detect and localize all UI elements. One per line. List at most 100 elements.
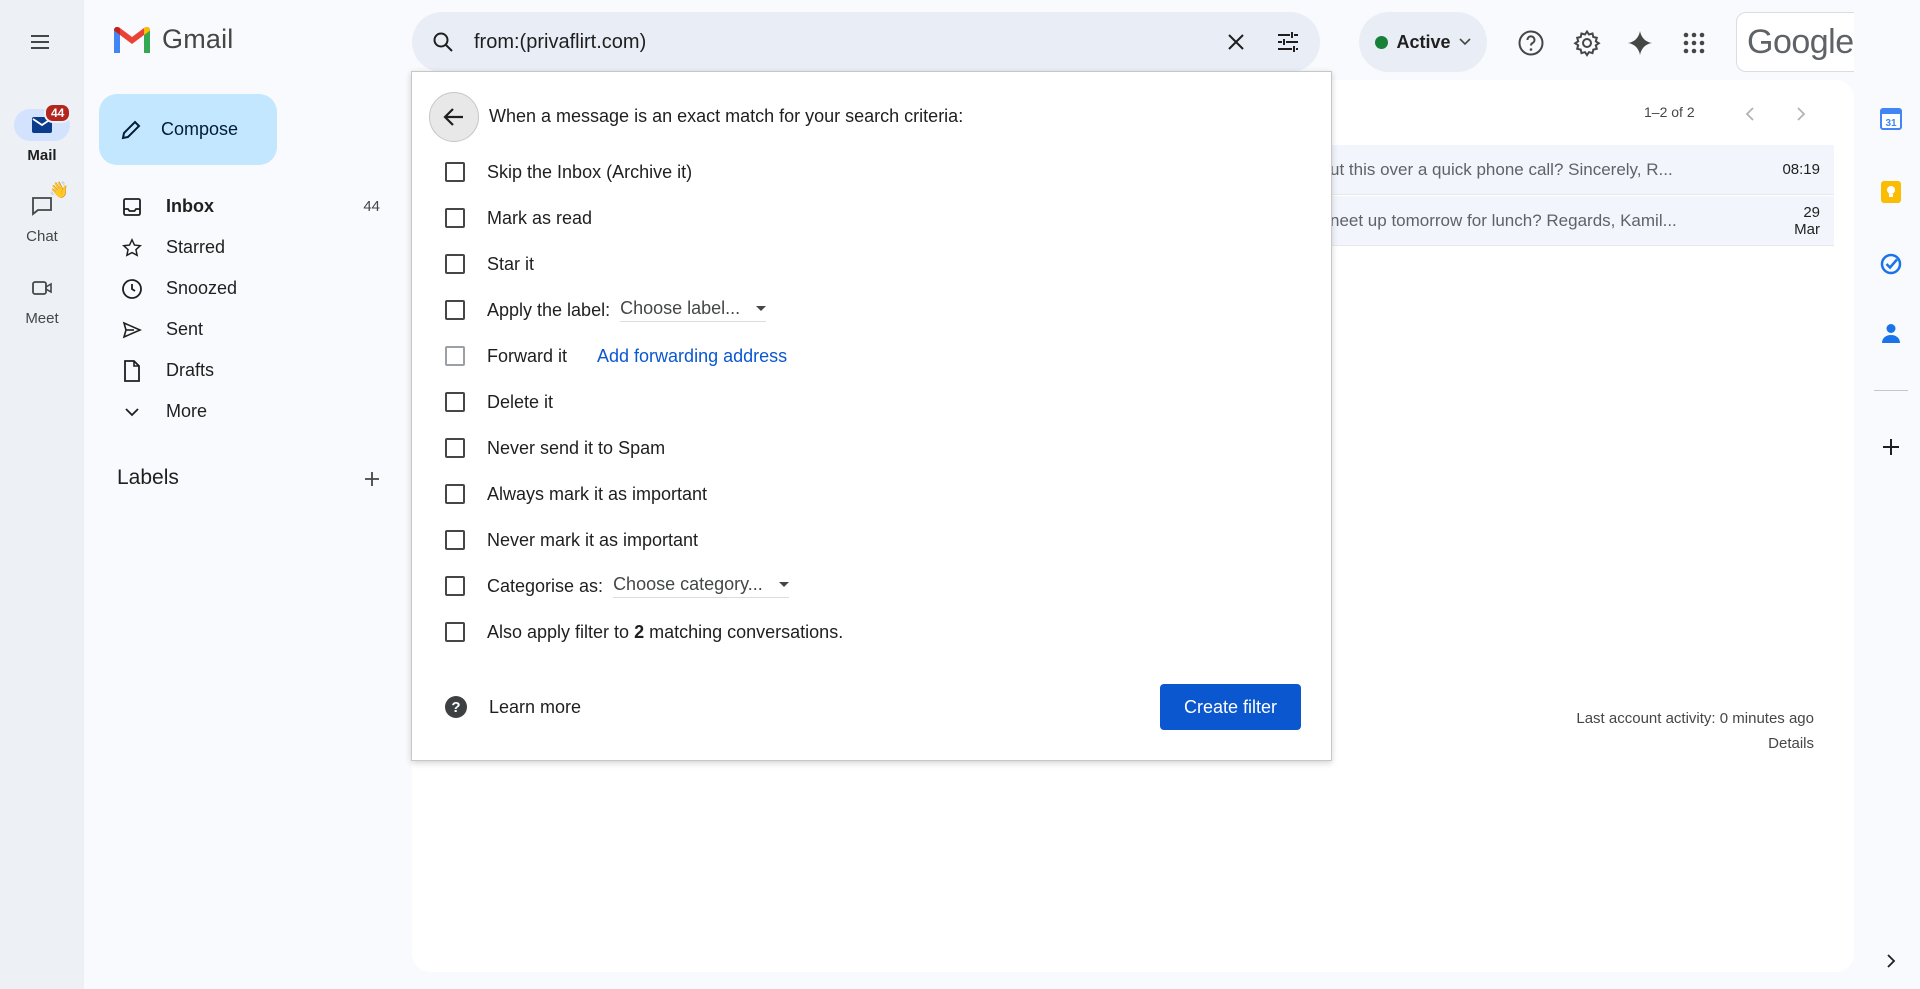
close-icon <box>1228 34 1244 50</box>
sidebar-item-label: More <box>166 401 208 421</box>
option-apply-to-matching[interactable]: Also apply filter to 2 matching conversa… <box>445 612 843 652</box>
option-label: Categorise as: <box>487 575 604 596</box>
sidebar-item-more[interactable]: More <box>84 391 404 432</box>
checkbox[interactable] <box>445 530 465 550</box>
option-skip-inbox[interactable]: Skip the Inbox (Archive it) <box>445 152 692 192</box>
chevron-down-icon <box>1458 38 1471 46</box>
checkbox[interactable] <box>445 622 465 642</box>
rail-item-mail[interactable]: 44 Mail <box>0 103 84 164</box>
main-menu-button[interactable] <box>20 22 60 62</box>
activity-details-link[interactable]: Details <box>1540 731 1814 756</box>
sidebar-item-snoozed[interactable]: Snoozed <box>84 268 404 309</box>
status-selector[interactable]: Active <box>1359 12 1487 72</box>
option-label: Never send it to Spam <box>487 437 666 458</box>
email-row[interactable]: neet up tomorrow for lunch? Regards, Kam… <box>1330 196 1834 246</box>
gear-icon <box>1573 29 1601 57</box>
category-select[interactable]: Choose category... <box>613 574 789 598</box>
send-icon <box>122 321 142 338</box>
keep-bulb-icon <box>1881 181 1901 203</box>
gmail-logo[interactable]: Gmail <box>112 24 234 55</box>
option-label: Never mark it as important <box>487 529 699 550</box>
email-date: 08:19 <box>1782 161 1820 178</box>
search-button[interactable] <box>428 27 458 57</box>
sidebar-item-sent[interactable]: Sent <box>84 309 404 350</box>
back-button[interactable] <box>429 92 479 142</box>
sidebar-nav: Inbox 44 Starred Snoozed Sent Drafts Mor… <box>84 186 404 432</box>
checkbox[interactable] <box>445 438 465 458</box>
compose-button[interactable]: Compose <box>99 94 277 165</box>
option-delete-it[interactable]: Delete it <box>445 382 553 422</box>
sidebar-item-label: Inbox <box>166 196 214 216</box>
checkbox[interactable] <box>445 484 465 504</box>
email-row[interactable]: ut this over a quick phone call? Sincere… <box>1330 145 1834 195</box>
chevron-left-icon <box>1745 107 1754 121</box>
option-star-it[interactable]: Star it <box>445 244 534 284</box>
option-forward-it[interactable]: Forward it Add forwarding address <box>445 336 787 376</box>
svg-text:31: 31 <box>1885 118 1897 129</box>
arrow-left-icon <box>443 108 463 126</box>
pagination-label: 1–2 of 2 <box>1644 104 1695 120</box>
create-filter-dialog: When a message is an exact match for you… <box>411 71 1332 761</box>
clock-icon <box>122 278 142 299</box>
get-addons-button[interactable] <box>1876 432 1906 462</box>
draft-file-icon <box>124 359 140 382</box>
label-select-value: Choose label... <box>620 298 741 318</box>
rail-item-chat[interactable]: 👋 Chat <box>0 182 84 245</box>
activity-text: Last account activity: 0 minutes ago <box>1576 710 1814 727</box>
gmail-m-icon <box>114 26 150 53</box>
side-panel-divider <box>1874 390 1908 391</box>
search-options-button[interactable] <box>1268 22 1308 62</box>
sidebar-item-label: Sent <box>166 319 204 339</box>
clear-search-button[interactable] <box>1216 22 1256 62</box>
learn-more-link[interactable]: Learn more <box>489 697 581 718</box>
add-forwarding-address-link[interactable]: Add forwarding address <box>597 346 787 367</box>
option-always-important[interactable]: Always mark it as important <box>445 474 707 514</box>
matching-count: 2 <box>634 621 645 642</box>
inbox-count: 44 <box>363 198 380 215</box>
email-snippet: ut this over a quick phone call? Sincere… <box>1330 159 1673 179</box>
option-label: Apply the label: <box>487 299 611 320</box>
checkbox[interactable] <box>445 254 465 274</box>
create-label-button[interactable] <box>358 465 386 493</box>
checkbox[interactable] <box>445 162 465 182</box>
option-categorise[interactable]: Categorise as: Choose category... <box>445 566 789 606</box>
option-label: Forward it <box>487 345 568 366</box>
settings-button[interactable] <box>1567 23 1607 63</box>
video-camera-icon <box>32 281 52 295</box>
checkbox[interactable] <box>445 576 465 596</box>
search-input[interactable] <box>474 30 1216 54</box>
sidebar-item-starred[interactable]: Starred <box>84 227 404 268</box>
checkbox[interactable] <box>445 392 465 412</box>
calendar-app-button[interactable]: 31 <box>1876 104 1906 134</box>
option-never-spam[interactable]: Never send it to Spam <box>445 428 665 468</box>
sidebar-item-drafts[interactable]: Drafts <box>84 350 404 391</box>
option-never-important[interactable]: Never mark it as important <box>445 520 698 560</box>
create-filter-button[interactable]: Create filter <box>1160 684 1301 730</box>
chevron-right-icon <box>1887 954 1896 968</box>
checkbox[interactable] <box>445 346 465 366</box>
email-date: 29 Mar <box>1794 203 1820 238</box>
sidebar-item-inbox[interactable]: Inbox 44 <box>84 186 404 227</box>
contacts-app-button[interactable] <box>1876 318 1906 348</box>
option-apply-label[interactable]: Apply the label: Choose label... <box>445 290 767 330</box>
gemini-button[interactable] <box>1620 23 1660 63</box>
tasks-app-button[interactable] <box>1876 249 1906 279</box>
apps-button[interactable] <box>1674 23 1714 63</box>
checkbox[interactable] <box>445 208 465 228</box>
option-mark-read[interactable]: Mark as read <box>445 198 592 238</box>
newer-button[interactable] <box>1738 102 1762 126</box>
keep-app-button[interactable] <box>1876 177 1906 207</box>
chevron-right-icon <box>1797 107 1806 121</box>
gmail-wordmark: Gmail <box>162 24 234 54</box>
rail-item-meet[interactable]: Meet <box>0 272 84 327</box>
rail-label-meet: Meet <box>25 310 59 327</box>
checkbox[interactable] <box>445 300 465 320</box>
email-snippet: neet up tomorrow for lunch? Regards, Kam… <box>1330 210 1677 230</box>
label-select[interactable]: Choose label... <box>620 298 767 322</box>
status-dot <box>1375 35 1389 49</box>
show-side-panel-button[interactable] <box>1876 946 1906 976</box>
sidebar-item-label: Snoozed <box>166 278 238 298</box>
compose-label: Compose <box>161 119 239 139</box>
support-button[interactable] <box>1511 23 1551 63</box>
older-button[interactable] <box>1789 102 1813 126</box>
